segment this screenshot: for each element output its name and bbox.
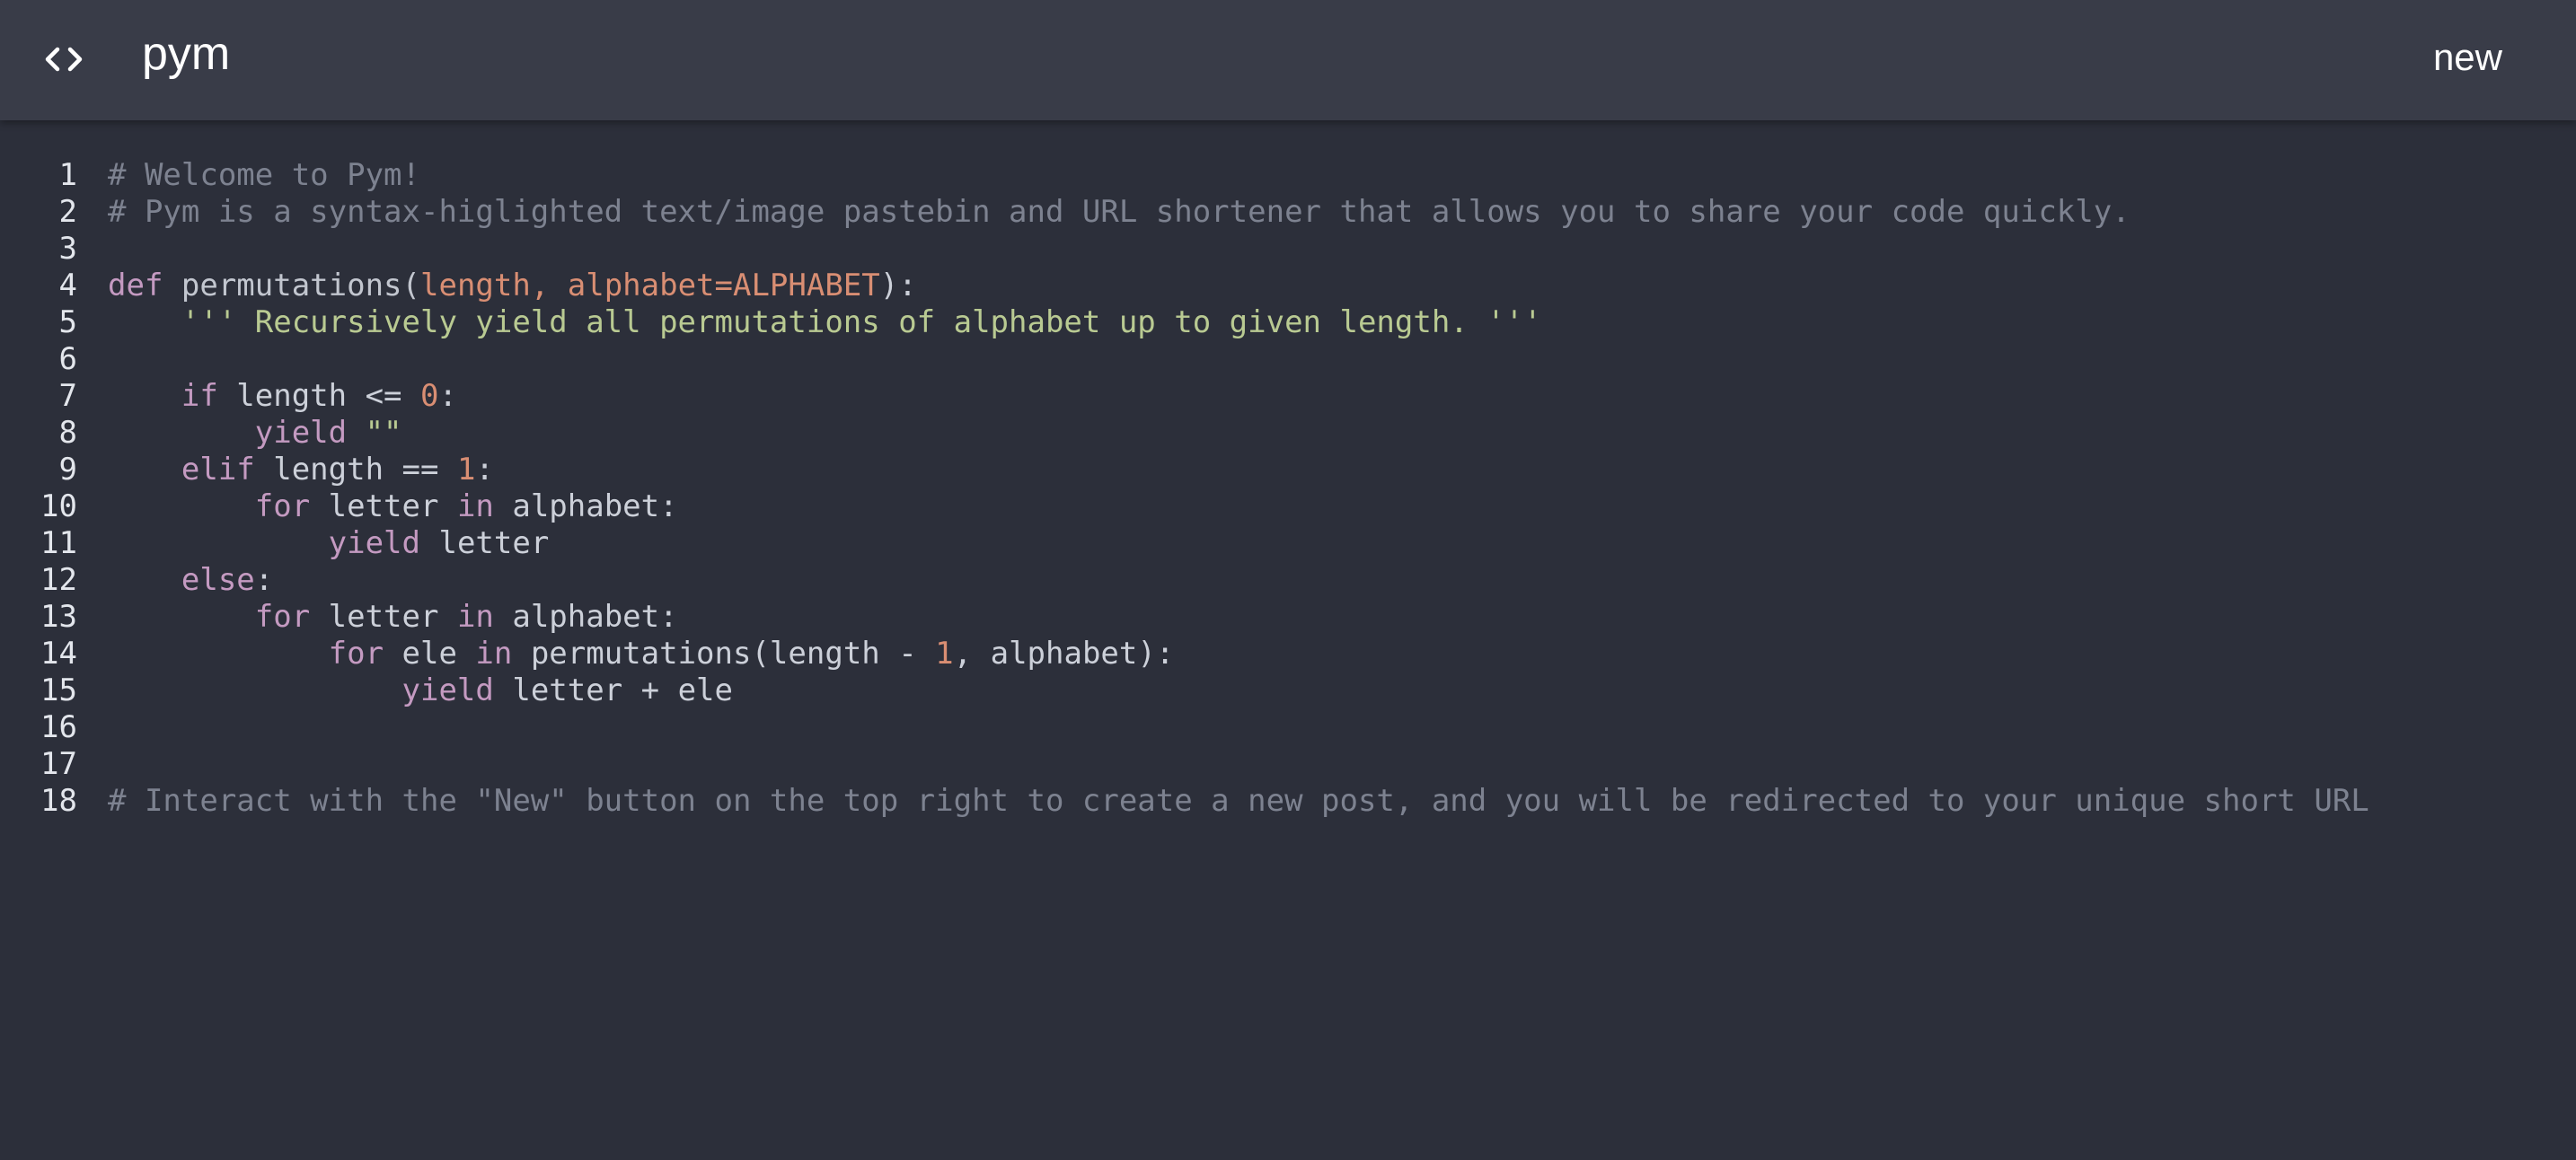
code-token: letter xyxy=(328,488,457,524)
code-token: ele xyxy=(401,636,476,672)
code-text: if length <= 0: xyxy=(108,378,457,415)
code-line[interactable]: 1 # Welcome to Pym! xyxy=(0,157,2576,194)
code-token: # Interact with the "New" button on the … xyxy=(108,783,2369,819)
code-line[interactable]: 5 ''' Recursively yield all permutations… xyxy=(0,304,2576,341)
line-number: 6 xyxy=(58,341,77,377)
code-text: else: xyxy=(108,562,273,599)
code-text: elif length == 1: xyxy=(108,452,494,488)
code-token: alphabet: xyxy=(512,488,678,524)
code-text: yield letter xyxy=(108,525,550,562)
line-number: 12 xyxy=(40,562,77,598)
code-token: yield xyxy=(108,672,513,708)
line-number: 7 xyxy=(58,378,77,414)
code-token: yield xyxy=(108,525,439,561)
code-token: length == xyxy=(273,452,457,488)
line-number: 10 xyxy=(40,488,77,524)
code-text: for ele in permutations(length - 1, alph… xyxy=(108,636,1175,672)
code-token: in xyxy=(475,636,531,672)
code-token: in xyxy=(456,488,513,524)
code-text: yield letter + ele xyxy=(108,672,733,709)
code-line[interactable]: 11 yield letter xyxy=(0,525,2576,562)
line-number: 17 xyxy=(40,746,77,782)
code-line[interactable]: 14 for ele in permutations(length - 1, a… xyxy=(0,636,2576,672)
code-token: letter + ele xyxy=(512,672,733,708)
line-number: 16 xyxy=(40,709,77,745)
code-line[interactable]: 15 yield letter + ele xyxy=(0,672,2576,709)
code-token: permutations(length - xyxy=(530,636,936,672)
code-text: for letter in alphabet: xyxy=(108,488,678,525)
line-number: 18 xyxy=(40,783,77,819)
code-text: # Welcome to Pym! xyxy=(108,157,420,194)
code-line[interactable]: 10 for letter in alphabet: xyxy=(0,488,2576,525)
line-number: 5 xyxy=(58,304,77,340)
code-text: # Interact with the "New" button on the … xyxy=(108,783,2369,820)
code-token: in xyxy=(456,599,513,635)
code-line[interactable]: 9 elif length == 1: xyxy=(0,452,2576,488)
line-number: 11 xyxy=(40,525,77,561)
code-token: length, alphabet=ALPHABET xyxy=(420,268,880,303)
line-number: 1 xyxy=(58,157,77,193)
code-token: : xyxy=(254,562,274,598)
code-token: for xyxy=(108,636,402,672)
line-number: 13 xyxy=(40,599,77,635)
code-token: for xyxy=(108,599,329,635)
code-line[interactable]: 8 yield "" xyxy=(0,415,2576,452)
code-token: # Welcome to Pym! xyxy=(108,157,420,193)
code-token: if xyxy=(108,378,237,414)
code-token: def xyxy=(108,268,181,303)
code-line[interactable]: 7 if length <= 0: xyxy=(0,378,2576,415)
line-number: 4 xyxy=(58,268,77,303)
code-token: 1 xyxy=(935,636,954,672)
new-post-button[interactable]: new xyxy=(2433,31,2502,84)
code-text: ''' Recursively yield all permutations o… xyxy=(108,304,1542,341)
code-token: letter xyxy=(328,599,457,635)
code-token: : xyxy=(438,378,457,414)
code-token: 0 xyxy=(420,378,439,414)
code-token: permutations( xyxy=(181,268,420,303)
top-bar: pym new xyxy=(0,0,2576,120)
code-token: "" xyxy=(365,415,402,451)
code-token: elif xyxy=(108,452,274,488)
line-number: 2 xyxy=(58,194,77,230)
code-text: yield "" xyxy=(108,415,402,452)
line-number: 8 xyxy=(58,415,77,451)
code-token: length <= xyxy=(236,378,420,414)
line-number: 9 xyxy=(58,452,77,488)
code-line[interactable]: 17 xyxy=(0,746,2576,783)
code-token: yield xyxy=(108,415,366,451)
code-token: ): xyxy=(879,268,917,303)
code-token: 1 xyxy=(456,452,476,488)
code-text: for letter in alphabet: xyxy=(108,599,678,636)
code-token: : xyxy=(475,452,494,488)
app-title[interactable]: pym xyxy=(142,22,230,86)
code-token: , alphabet): xyxy=(953,636,1175,672)
code-editor[interactable]: 1 # Welcome to Pym! 2 # Pym is a syntax-hig… xyxy=(0,157,2576,820)
line-number: 15 xyxy=(40,672,77,708)
code-token: else xyxy=(108,562,255,598)
code-token: ''' Recursively yield all permutations o… xyxy=(108,304,1542,340)
code-line[interactable]: 16 xyxy=(0,709,2576,746)
line-number: 3 xyxy=(58,231,77,267)
code-brackets-icon[interactable] xyxy=(41,37,86,82)
code-token: alphabet: xyxy=(512,599,678,635)
code-token: letter xyxy=(438,525,550,561)
code-line[interactable]: 4 def permutations(length, alphabet=ALPHA… xyxy=(0,268,2576,304)
code-line[interactable]: 6 xyxy=(0,341,2576,378)
code-text: # Pym is a syntax-higlighted text/image … xyxy=(108,194,2130,231)
code-token: for xyxy=(108,488,329,524)
code-line[interactable]: 12 else: xyxy=(0,562,2576,599)
code-line[interactable]: 18 # Interact with the "New" button on th… xyxy=(0,783,2576,820)
code-line[interactable]: 3 xyxy=(0,231,2576,268)
code-token: # Pym is a syntax-higlighted text/image … xyxy=(108,194,2130,230)
line-number: 14 xyxy=(40,636,77,672)
code-line[interactable]: 2 # Pym is a syntax-higlighted text/image… xyxy=(0,194,2576,231)
code-line[interactable]: 13 for letter in alphabet: xyxy=(0,599,2576,636)
code-text: def permutations(length, alphabet=ALPHAB… xyxy=(108,268,917,304)
